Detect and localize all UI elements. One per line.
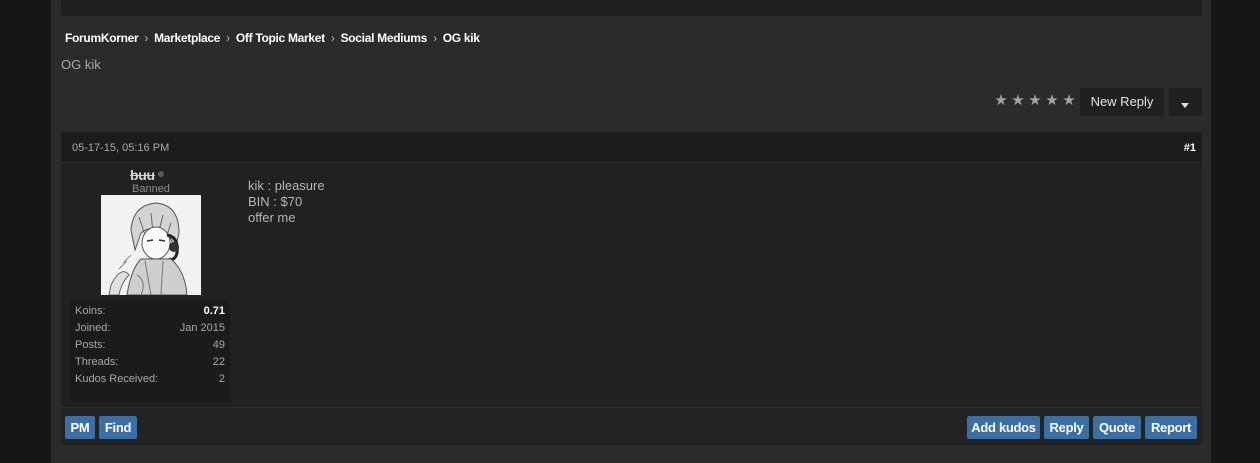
stat-label: Kudos Received: — [75, 373, 159, 385]
new-reply-button[interactable]: New Reply — [1080, 88, 1164, 116]
breadcrumb-marketplace[interactable]: Marketplace — [154, 31, 220, 45]
star-icon[interactable]: ★ — [1044, 93, 1060, 109]
star-icon[interactable]: ★ — [993, 93, 1009, 109]
stat-value: 22 — [212, 356, 225, 368]
star-icon[interactable]: ★ — [1010, 93, 1026, 109]
stat-label: Koins: — [75, 305, 106, 317]
top-panel — [61, 0, 1202, 16]
post: 05-17-15, 05:16 PM #1 buu Banned Koins: … — [61, 132, 1202, 445]
add-kudos-button[interactable]: Add kudos — [967, 416, 1040, 439]
avatar[interactable] — [101, 195, 201, 295]
post-line: BIN : $70 — [248, 194, 303, 209]
post-line: offer me — [248, 210, 296, 225]
breadcrumb: ForumKorner › Marketplace › Off Topic Ma… — [65, 31, 480, 45]
star-icon[interactable]: ★ — [1027, 93, 1043, 109]
post-date: 05-17-15, 05:16 PM — [72, 142, 170, 154]
stat-label: Posts: — [75, 339, 106, 351]
quote-button[interactable]: Quote — [1093, 416, 1141, 439]
breadcrumb-social-mediums[interactable]: Social Mediums — [341, 31, 428, 45]
find-button[interactable]: Find — [99, 416, 137, 439]
stat-label: Threads: — [75, 356, 119, 368]
stat-koins: Koins: 0.71 — [75, 305, 225, 322]
forum-page: ForumKorner › Marketplace › Off Topic Ma… — [51, 0, 1211, 463]
post-header: 05-17-15, 05:16 PM #1 — [61, 132, 1202, 163]
stat-joined: Joined: Jan 2015 — [75, 322, 225, 339]
breadcrumb-current-thread[interactable]: OG kik — [443, 31, 480, 45]
user-title: Banned — [132, 183, 170, 195]
avatar-illustration — [101, 195, 201, 295]
caret-down-icon — [1181, 103, 1189, 108]
breadcrumb-separator: › — [144, 31, 149, 45]
breadcrumb-forumkorner[interactable]: ForumKorner — [65, 31, 139, 45]
post-number-link[interactable]: #1 — [1184, 142, 1196, 154]
stat-threads: Threads: 22 — [75, 356, 225, 373]
stat-value: 0.71 — [203, 305, 225, 317]
thread-title: OG kik — [61, 57, 101, 72]
stat-value: 2 — [218, 373, 225, 385]
stat-value: 49 — [212, 339, 225, 351]
stat-value: Jan 2015 — [179, 322, 225, 334]
breadcrumb-separator: › — [330, 31, 335, 45]
stat-label: Joined: — [75, 322, 111, 334]
pm-button[interactable]: PM — [65, 416, 95, 439]
reply-button[interactable]: Reply — [1044, 416, 1089, 439]
post-footer: PM Find Add kudos Reply Quote Report — [61, 407, 1202, 445]
breadcrumb-separator: › — [226, 31, 230, 45]
thread-options-dropdown[interactable] — [1169, 88, 1202, 116]
report-button[interactable]: Report — [1145, 416, 1197, 439]
stat-posts: Posts: 49 — [75, 339, 225, 356]
breadcrumb-off-topic-market[interactable]: Off Topic Market — [236, 31, 325, 45]
post-body: kik : pleasure BIN : $70 offer me — [248, 178, 325, 226]
star-icon[interactable]: ★ — [1061, 93, 1077, 109]
username[interactable]: buu — [130, 167, 155, 183]
thread-rating[interactable]: ★ ★ ★ ★ ★ — [993, 93, 1077, 109]
stat-kudos-received: Kudos Received: 2 — [75, 373, 225, 390]
user-stats: Koins: 0.71 Joined: Jan 2015 Posts: 49 T… — [70, 300, 230, 402]
post-line: kik : pleasure — [248, 178, 325, 193]
breadcrumb-separator: › — [433, 31, 437, 45]
offline-status-icon — [158, 171, 164, 177]
